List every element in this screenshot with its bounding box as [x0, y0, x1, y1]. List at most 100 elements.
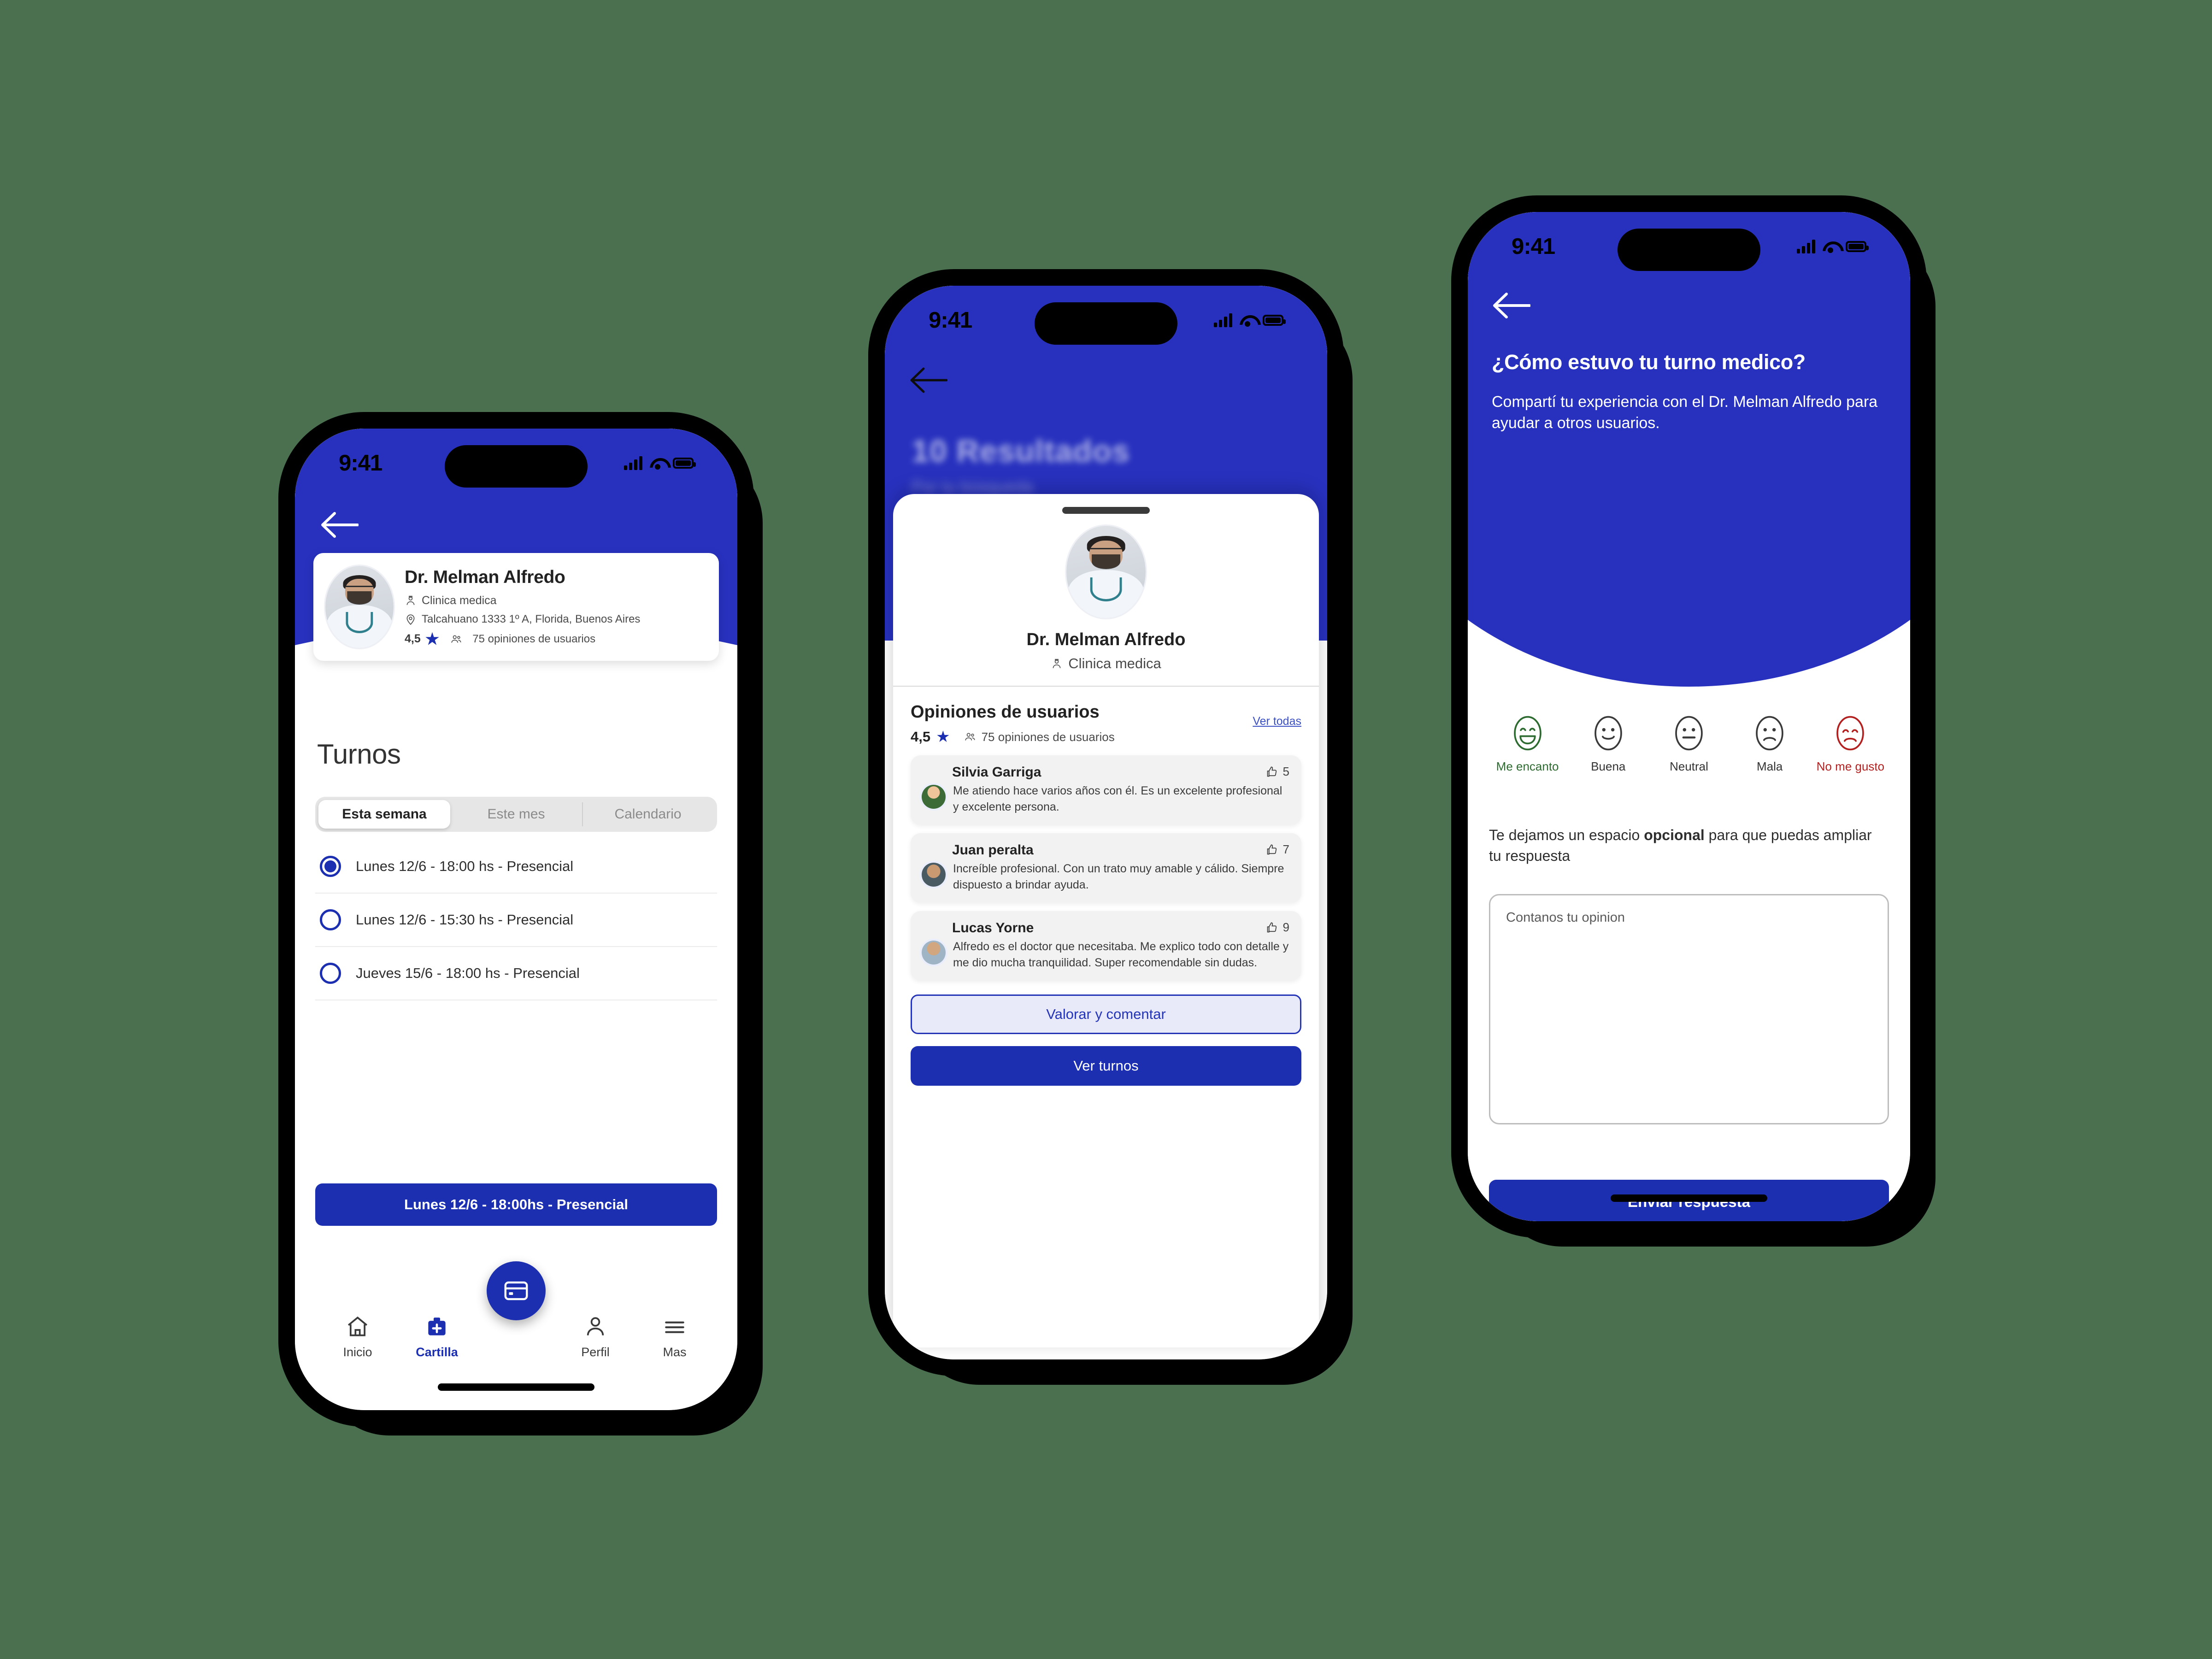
tab-este-mes[interactable]: Este mes [450, 800, 582, 829]
doctor-specialty: Clinica medica [1068, 655, 1161, 671]
doctor-photo [325, 566, 394, 648]
review-likes[interactable]: 9 [1265, 920, 1289, 935]
slot-label: Lunes 12/6 - 18:00 hs - Presencial [356, 858, 574, 874]
doctor-specialty-row: Clinica medica [405, 594, 707, 607]
grinning-face-icon [1509, 714, 1547, 752]
review-card: Lucas Yorne 9 Alfredo es el doctor que n… [911, 911, 1301, 981]
sheet-grabber[interactable] [1062, 507, 1150, 514]
sidebar-item-mas[interactable]: Mas [635, 1314, 714, 1359]
rating-option-buena[interactable]: Buena [1568, 714, 1648, 774]
radio-selected[interactable] [320, 856, 341, 877]
rating-label: Mala [1757, 759, 1783, 773]
appointment-slot-list: Lunes 12/6 - 18:00 hs - Presencial Lunes… [315, 840, 717, 1000]
thumbs-up-icon [1267, 922, 1277, 932]
review-likes[interactable]: 7 [1265, 842, 1289, 857]
wifi-icon [1823, 241, 1838, 253]
star-icon: ★ [425, 630, 440, 648]
confirm-appointment-button[interactable]: Lunes 12/6 - 18:00hs - Presencial [315, 1183, 717, 1226]
frowning-face-icon [1751, 714, 1788, 752]
rating-label: No me gusto [1816, 759, 1885, 773]
review-likes[interactable]: 5 [1265, 765, 1289, 779]
doctor-address: Talcahuano 1333 1º A, Florida, Buenos Ai… [422, 612, 641, 625]
hamburger-icon [662, 1314, 688, 1340]
tab-label: Cartilla [416, 1345, 458, 1359]
back-button[interactable] [1491, 290, 1530, 321]
status-icons [1797, 240, 1869, 253]
likes-count: 7 [1282, 842, 1289, 856]
appointment-slot[interactable]: Jueves 15/6 - 18:00 hs - Presencial [315, 947, 717, 1000]
status-icons [1214, 313, 1286, 327]
battery-icon [1263, 315, 1286, 326]
review-list: Silvia Garriga 5 Me atiendo hace varios … [911, 755, 1301, 981]
optional-bold: opcional [1644, 827, 1705, 843]
rating-faces[interactable]: Me encanto Buena Neutral Mala No me gust… [1487, 714, 1891, 774]
page-title: Turnos [317, 739, 401, 770]
card-fab-button[interactable] [487, 1261, 546, 1320]
review-card: Silvia Garriga 5 Me atiendo hace varios … [911, 755, 1301, 825]
doctor-badge-icon [405, 594, 417, 606]
home-indicator [1611, 1194, 1767, 1202]
rate-and-comment-button[interactable]: Valorar y comentar [911, 994, 1301, 1034]
smiling-face-icon [1589, 714, 1627, 752]
star-icon: ★ [936, 728, 950, 746]
doctor-specialty: Clinica medica [422, 594, 497, 607]
appointment-slot[interactable]: Lunes 12/6 - 18:00 hs - Presencial [315, 840, 717, 894]
rating-option-no-me-gusto[interactable]: No me gusto [1810, 714, 1891, 774]
review-card: Juan peralta 7 Increíble profesional. Co… [911, 833, 1301, 903]
screen-feedback: 9:41 ¿Cómo estuvo tu turno medico? Compa… [1468, 212, 1910, 1221]
slot-label: Lunes 12/6 - 15:30 hs - Presencial [356, 912, 574, 928]
divider [893, 686, 1319, 687]
doctor-name: Dr. Melman Alfredo [405, 567, 565, 587]
screenshot-stage: 9:41 Dr. Melman Alfredo Clinica medica T… [0, 0, 2212, 1659]
notch [1618, 229, 1760, 271]
appointment-slot[interactable]: Lunes 12/6 - 15:30 hs - Presencial [315, 894, 717, 947]
screen-appointments: 9:41 Dr. Melman Alfredo Clinica medica T… [295, 429, 737, 1410]
view-appointments-button[interactable]: Ver turnos [911, 1046, 1301, 1086]
sidebar-item-perfil[interactable]: Perfil [556, 1314, 635, 1359]
status-icons [624, 456, 696, 470]
tab-calendario[interactable]: Calendario [582, 800, 714, 829]
optional-prefix: Te dejamos un espacio [1489, 827, 1644, 843]
reviews-count: 75 opiniones de usuarios [981, 729, 1115, 744]
rating-option-neutral[interactable]: Neutral [1648, 714, 1729, 774]
see-all-link[interactable]: Ver todas [1253, 715, 1301, 728]
review-text: Me atiendo hace varios años con él. Es u… [953, 784, 1282, 813]
signal-icon [1214, 313, 1232, 327]
feedback-question: ¿Cómo estuvo tu turno medico? [1492, 350, 1806, 374]
rating-option-me-encanto[interactable]: Me encanto [1487, 714, 1568, 774]
doctor-summary: Dr. Melman Alfredo Clinica medica [911, 526, 1301, 672]
rating-value: 4,5 [911, 729, 931, 745]
review-text: Alfredo es el doctor que necesitaba. Me … [953, 940, 1289, 969]
people-icon [964, 731, 976, 743]
rating-option-mala[interactable]: Mala [1730, 714, 1810, 774]
background-results-subtitle: Por tu búsqueda [912, 477, 1034, 496]
medical-kit-icon [424, 1314, 450, 1340]
home-icon [345, 1314, 371, 1340]
status-time: 9:41 [929, 308, 972, 333]
doctor-card[interactable]: Dr. Melman Alfredo Clinica medica Talcah… [313, 553, 719, 661]
sidebar-item-inicio[interactable]: Inicio [318, 1314, 397, 1359]
blue-header-curved [1468, 212, 1910, 687]
screen-doctor-reviews: 10 Resultados Por tu búsqueda 9:41 Dr. M… [885, 286, 1327, 1359]
review-text: Increíble profesional. Con un trato muy … [953, 862, 1284, 891]
slot-label: Jueves 15/6 - 18:00 hs - Presencial [356, 965, 580, 981]
signal-icon [1797, 240, 1815, 253]
tab-label: Perfil [581, 1345, 610, 1359]
status-time: 9:41 [339, 451, 382, 476]
period-tabs[interactable]: Esta semana Este mes Calendario [315, 797, 717, 832]
tab-divider [582, 802, 583, 826]
battery-icon [1846, 241, 1869, 252]
reviews-header: Opiniones de usuarios [911, 702, 1100, 722]
sidebar-item-cartilla[interactable]: Cartilla [397, 1314, 477, 1359]
tab-esta-semana[interactable]: Esta semana [318, 800, 450, 829]
location-pin-icon [405, 613, 417, 625]
radio[interactable] [320, 963, 341, 984]
doctor-photo [1066, 526, 1146, 618]
doctor-address-row: Talcahuano 1333 1º A, Florida, Buenos Ai… [405, 613, 707, 626]
radio[interactable] [320, 909, 341, 930]
back-button[interactable] [319, 510, 359, 540]
opinion-textarea[interactable]: Contanos tu opinion [1489, 894, 1889, 1124]
avatar [922, 863, 946, 887]
back-button[interactable] [908, 365, 947, 395]
thumbs-up-icon [1267, 844, 1277, 854]
